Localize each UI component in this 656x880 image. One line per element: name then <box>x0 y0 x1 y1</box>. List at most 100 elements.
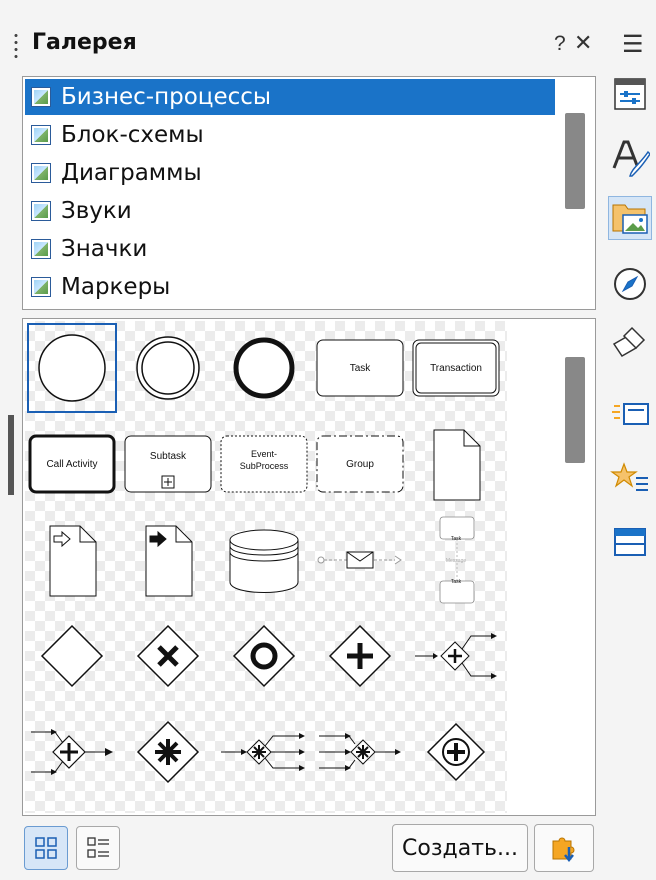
thumb-end-event[interactable] <box>219 323 309 413</box>
mini-task-label-2: Task <box>450 579 462 585</box>
category-label: Блок-схемы <box>61 122 204 148</box>
thumb-event-subprocess[interactable]: Event- SubProcess <box>219 419 309 509</box>
category-item-diagrams[interactable]: Диаграммы <box>25 155 555 191</box>
gallery-folder-icon <box>612 204 648 234</box>
gallery-theme-icon <box>31 125 51 145</box>
gateway-icon <box>40 624 104 688</box>
category-list[interactable]: Бизнес-процессы Блок-схемы Диаграммы Зву… <box>22 76 596 310</box>
subtask-shape <box>124 435 212 493</box>
gallery-theme-icon <box>31 239 51 259</box>
sidebar-deck: ☰ <box>600 0 656 880</box>
mini-task-label-1: Task <box>450 536 462 542</box>
thumb-gateway[interactable] <box>27 611 117 701</box>
panel-header: Галерея ? ✕ <box>14 28 594 64</box>
thumbnail-grid[interactable]: Task Transaction Call Activity Subtask E… <box>22 318 596 816</box>
gallery-footer: Создать... <box>0 820 600 880</box>
theme-properties-button[interactable] <box>534 824 594 872</box>
complex-fork-icon <box>221 733 305 771</box>
data-output-icon <box>145 525 193 597</box>
thumb-exclusive-gateway[interactable] <box>123 611 213 701</box>
thumb-complex-gateway[interactable] <box>123 707 213 797</box>
thumb-data-output[interactable] <box>123 515 213 605</box>
category-label: Значки <box>61 236 148 262</box>
create-theme-button[interactable]: Создать... <box>392 824 528 872</box>
navigator-compass-icon <box>614 268 646 300</box>
thumb-event-based-gateway[interactable] <box>411 707 501 797</box>
end-event-icon <box>233 337 295 399</box>
sidebar-shapes-button[interactable] <box>608 322 652 366</box>
complex-join-icon <box>319 733 401 771</box>
category-item-bullets[interactable]: Маркеры <box>25 269 555 305</box>
gallery-theme-icon <box>31 201 51 221</box>
category-scrollbar[interactable] <box>565 113 585 209</box>
properties-icon <box>614 78 646 110</box>
data-store-icon <box>229 529 299 593</box>
thumb-start-event[interactable] <box>27 323 117 413</box>
grid-view-icon <box>35 837 57 859</box>
parallel-fork-icon <box>415 633 497 679</box>
event-based-gateway-icon <box>426 722 486 782</box>
group-label: Group <box>346 458 374 470</box>
category-label: Бизнес-процессы <box>61 84 272 110</box>
category-label: Диаграммы <box>61 160 202 186</box>
gallery-theme-icon <box>31 277 51 297</box>
thumb-parallel-gateway[interactable] <box>315 611 405 701</box>
sidebar-animation-button[interactable] <box>608 392 652 436</box>
gallery-theme-icon <box>31 163 51 183</box>
icon-view-button[interactable] <box>24 826 68 870</box>
sidebar-navigator-button[interactable] <box>608 262 652 306</box>
sidebar-gallery-button[interactable] <box>608 196 652 240</box>
subtask-label: Subtask <box>149 451 187 462</box>
complex-gateway-icon <box>136 720 200 784</box>
thumb-task[interactable]: Task <box>315 323 405 413</box>
event-subprocess-label-2: SubProcess <box>239 461 289 471</box>
data-object-icon <box>433 429 481 501</box>
gallery-panel: Галерея ? ✕ Бизнес-процессы Блок-схемы Д… <box>0 0 600 880</box>
thumb-intermediate-event[interactable] <box>123 323 213 413</box>
detail-view-button[interactable] <box>76 826 120 870</box>
thumb-parallel-join[interactable] <box>27 707 117 797</box>
category-item-flowcharts[interactable]: Блок-схемы <box>25 117 555 153</box>
category-label: Маркеры <box>61 274 171 300</box>
thumb-group[interactable]: Group <box>315 419 405 509</box>
close-icon[interactable]: ✕ <box>574 30 592 56</box>
sidebar-master-slides-button[interactable] <box>608 456 652 500</box>
sidebar-slide-layouts-button[interactable] <box>608 520 652 564</box>
thumb-parallel-fork[interactable] <box>411 611 501 701</box>
thumb-inclusive-gateway[interactable] <box>219 611 309 701</box>
call-activity-label: Call Activity <box>46 458 98 470</box>
thumb-transaction[interactable]: Transaction <box>411 323 501 413</box>
inclusive-gateway-icon <box>232 624 296 688</box>
exclusive-gateway-icon <box>136 624 200 688</box>
panel-resize-handle[interactable] <box>8 415 14 495</box>
help-icon[interactable]: ? <box>554 32 566 56</box>
thumbnail-scrollbar[interactable] <box>565 357 585 463</box>
thumb-data-store[interactable] <box>219 515 309 605</box>
start-event-icon <box>38 334 106 402</box>
category-item-business-processes[interactable]: Бизнес-процессы <box>25 79 555 115</box>
transaction-label: Transaction <box>430 362 482 374</box>
intermediate-event-icon <box>136 336 200 400</box>
category-label: Звуки <box>61 198 132 224</box>
sidebar-properties-button[interactable] <box>608 72 652 116</box>
task-label: Task <box>349 362 371 374</box>
thumb-message-flow[interactable] <box>315 515 405 605</box>
styles-icon <box>612 140 650 177</box>
list-view-icon <box>87 837 109 858</box>
category-item-sounds[interactable]: Звуки <box>25 193 555 229</box>
gallery-theme-icon <box>31 87 51 107</box>
sidebar-styles-button[interactable] <box>608 136 652 180</box>
drag-grip-icon[interactable] <box>14 32 18 60</box>
thumb-complex-fork[interactable] <box>219 707 309 797</box>
thumb-message-exchange[interactable]: Task Message Task <box>411 515 501 605</box>
category-item-icons[interactable]: Значки <box>25 231 555 267</box>
parallel-join-icon <box>31 729 113 775</box>
shapes-icon <box>612 326 646 357</box>
thumb-complex-join[interactable] <box>315 707 405 797</box>
thumb-subtask[interactable]: Subtask <box>123 419 213 509</box>
mini-message-label: Message <box>445 558 467 564</box>
sidebar-menu-icon[interactable]: ☰ <box>622 30 644 59</box>
thumb-call-activity[interactable]: Call Activity <box>27 419 117 509</box>
thumb-data-input[interactable] <box>27 515 117 605</box>
thumb-data-object[interactable] <box>411 419 501 509</box>
